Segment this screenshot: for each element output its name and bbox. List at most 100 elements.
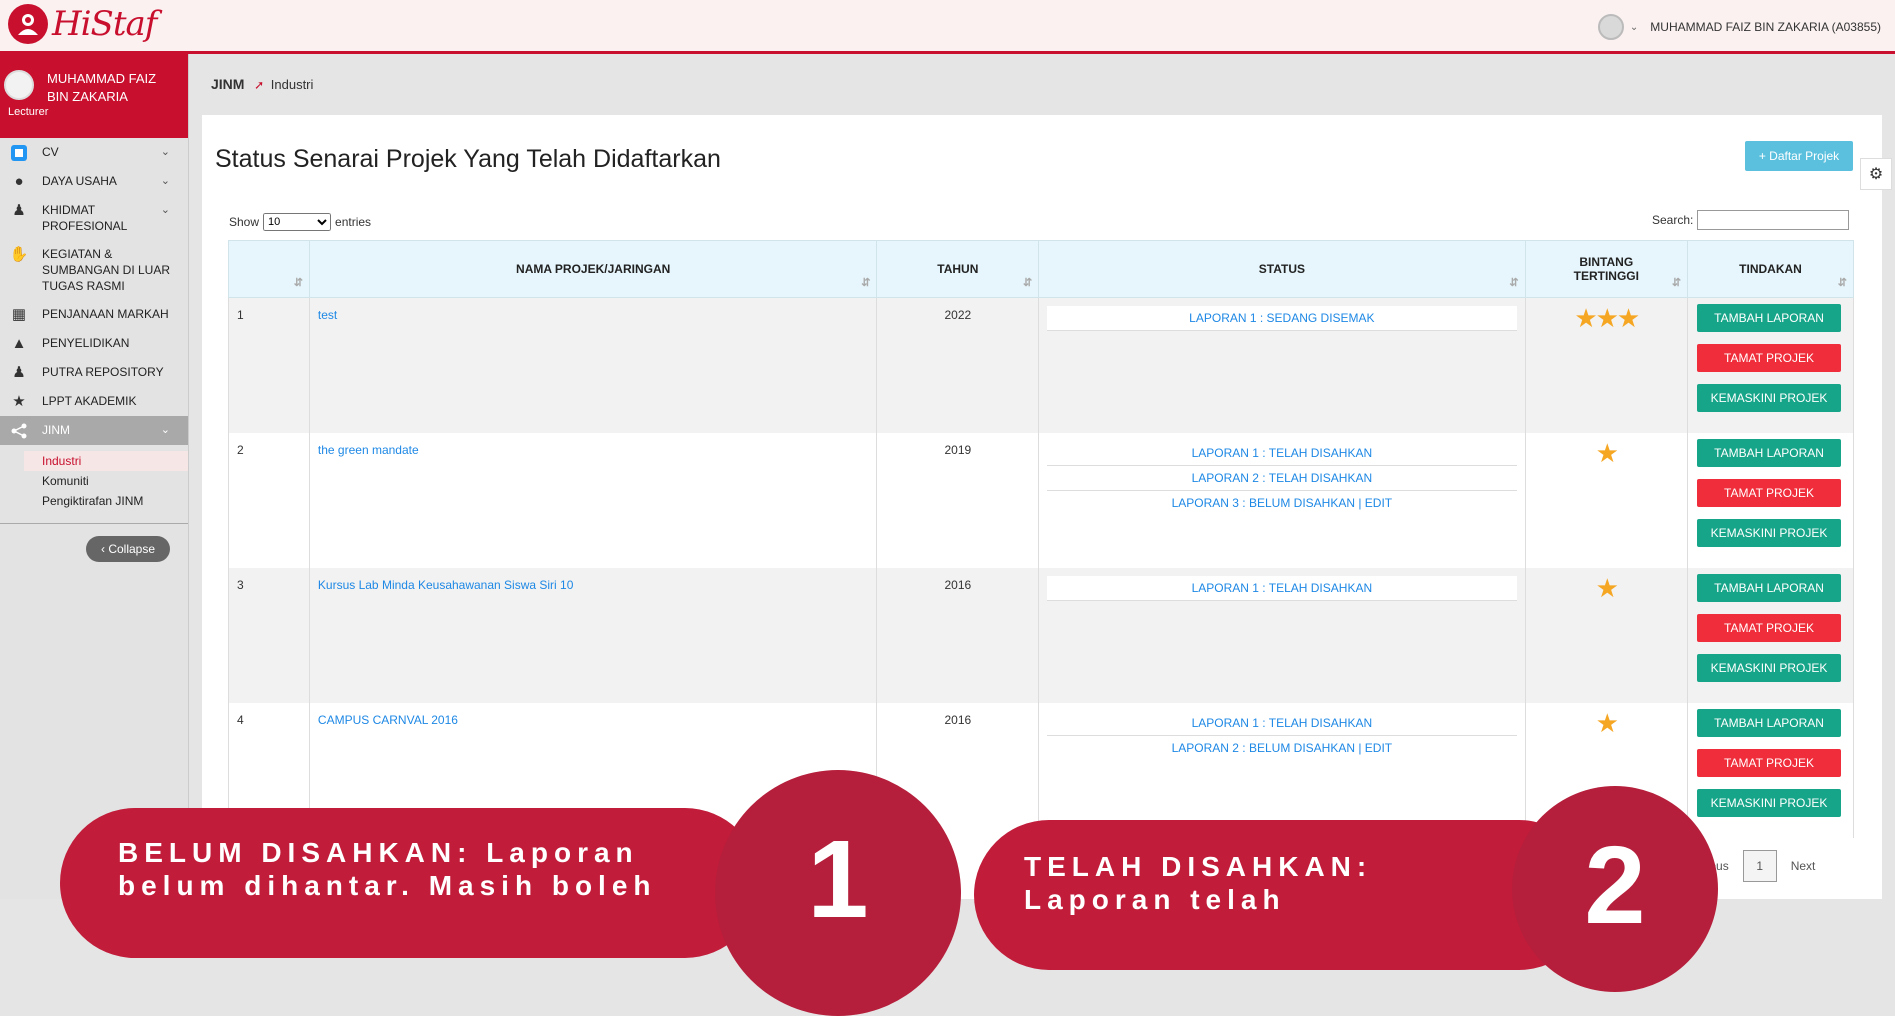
tamat-projek-button[interactable]: TAMAT PROJEK [1697, 749, 1842, 777]
sidebar-item-khidmat-profesional[interactable]: ♟ KHIDMAT PROFESIONAL ⌄ [0, 196, 188, 240]
page-length-select[interactable]: 10 [263, 213, 332, 231]
col-header-name[interactable]: NAMA PROJEK/JARINGAN ⇵ [308, 240, 878, 298]
row-number: 1 [237, 308, 244, 322]
tamat-projek-button[interactable]: TAMAT PROJEK [1697, 479, 1842, 507]
search-input[interactable] [1697, 210, 1850, 230]
col-header-stars[interactable]: BINTANG TERTINGGI ⇵ [1524, 240, 1689, 298]
sort-icon: ⇵ [861, 277, 871, 289]
chevron-down-icon: ⌄ [160, 424, 170, 436]
sort-icon: ⇵ [293, 277, 303, 289]
tambah-laporan-button[interactable]: TAMBAH LAPORAN [1697, 574, 1842, 602]
logo-text: HiStaf [52, 4, 157, 44]
page-title: Status Senarai Projek Yang Telah Didafta… [215, 145, 721, 173]
sort-icon: ⇵ [1837, 277, 1847, 289]
table-row: 3 Kursus Lab Minda Keusahawanan Siswa Si… [228, 568, 1854, 703]
kemaskini-projek-button[interactable]: KEMASKINI PROJEK [1697, 654, 1842, 682]
tambah-laporan-button[interactable]: TAMBAH LAPORAN [1697, 439, 1842, 467]
sidebar-item-penyelidikan[interactable]: ▲ PENYELIDIKAN [0, 329, 188, 358]
project-name-link[interactable]: the green mandate [318, 443, 419, 457]
sidebar-item-jinm[interactable]: JINM ⌄ [0, 416, 188, 445]
status-item[interactable]: LAPORAN 1 : TELAH DISAHKAN [1047, 576, 1517, 601]
chevron-down-icon: ⌄ [1629, 21, 1639, 33]
status-item[interactable]: LAPORAN 1 : TELAH DISAHKAN [1047, 711, 1517, 736]
sidebar-item-penjanaan-markah[interactable]: ▦ PENJANAAN MARKAH [0, 300, 188, 329]
histaf-logo[interactable]: HiStaf [8, 4, 157, 44]
user-avatar [1597, 14, 1624, 40]
logo-mark-icon [8, 4, 48, 44]
sidebar-item-putra-repository[interactable]: ♟ PUTRA REPOSITORY [0, 358, 188, 387]
header-label: STATUS [1258, 262, 1305, 276]
daftar-projek-button[interactable]: + Daftar Projek [1745, 141, 1853, 171]
show-label: Show [229, 215, 260, 229]
page-length-control: Show 10 entries [229, 213, 371, 231]
col-header-actions[interactable]: TINDAKAN ⇵ [1687, 240, 1854, 298]
project-table: ⇵ NAMA PROJEK/JARINGAN ⇵ TAHUN ⇵ STATUS ⇵ B… [228, 240, 1854, 838]
row-number: 4 [237, 713, 244, 727]
calculator-icon: ▦ [11, 306, 27, 323]
page-1-button[interactable]: 1 [1742, 850, 1777, 882]
status-list: LAPORAN 1 : TELAH DISAHKAN LAPORAN 2 : T… [1047, 441, 1517, 515]
search-control: Search: [1652, 210, 1850, 230]
table-row: 1 test 2022 LAPORAN 1 : SEDANG DISEMAK ★… [228, 297, 1854, 433]
project-name-link[interactable]: CAMPUS CARNVAL 2016 [318, 713, 458, 727]
sidebar-item-label: CV [42, 145, 59, 159]
subnav-item-pengiktirafan[interactable]: Pengiktirafan JINM [24, 491, 188, 511]
sidebar-item-daya-usaha[interactable]: ● DAYA USAHA ⌄ [0, 167, 188, 196]
subnav-item-industri[interactable]: Industri [24, 451, 188, 471]
col-header-no[interactable]: ⇵ [228, 240, 310, 298]
status-item[interactable]: LAPORAN 2 : BELUM DISAHKAN | EDIT [1047, 736, 1517, 760]
star-rating-icon: ★ [1595, 573, 1619, 603]
sort-icon: ⇵ [1671, 277, 1682, 289]
status-item[interactable]: LAPORAN 3 : BELUM DISAHKAN | EDIT [1047, 491, 1517, 515]
project-year: 2016 [944, 578, 972, 592]
profile-avatar [4, 70, 34, 100]
hand-icon: ✋ [9, 246, 29, 263]
kemaskini-projek-button[interactable]: KEMASKINI PROJEK [1697, 384, 1842, 412]
col-header-status[interactable]: STATUS ⇵ [1038, 240, 1526, 298]
location-arrow-icon: ➚ [254, 78, 265, 92]
star-rating-icon: ★ [1595, 438, 1619, 468]
breadcrumb-root[interactable]: JINM [211, 76, 244, 92]
header-label: NAMA PROJEK/JARINGAN [516, 262, 671, 276]
header-label: BINTANG TERTINGGI [1573, 255, 1639, 283]
sidebar-item-label: PENYELIDIKAN [42, 336, 130, 350]
flask-icon: ▲ [11, 335, 27, 352]
kemaskini-projek-button[interactable]: KEMASKINI PROJEK [1697, 519, 1842, 547]
subnav-item-komuniti[interactable]: Komuniti [24, 471, 188, 491]
project-year: 2022 [944, 308, 972, 322]
chevron-down-icon: ⌄ [160, 175, 170, 187]
next-button[interactable]: Next [1791, 859, 1816, 873]
sidebar-item-label: KEGIATAN & SUMBANGAN DI LUAR TUGAS RASMI [42, 247, 171, 293]
status-item[interactable]: LAPORAN 1 : TELAH DISAHKAN [1047, 441, 1517, 466]
user-name-label: MUHAMMAD FAIZ BIN ZAKARIA (A03855) [1650, 20, 1881, 34]
tamat-projek-button[interactable]: TAMAT PROJEK [1697, 614, 1842, 642]
sidebar-item-kegiatan[interactable]: ✋ KEGIATAN & SUMBANGAN DI LUAR TUGAS RAS… [0, 240, 188, 300]
share-icon [9, 421, 29, 441]
entries-label: entries [335, 215, 372, 229]
star-rating-icon: ★★★ [1574, 303, 1640, 333]
status-item[interactable]: LAPORAN 1 : SEDANG DISEMAK [1047, 306, 1517, 331]
col-header-year[interactable]: TAHUN ⇵ [876, 240, 1040, 298]
legend-banner-telah: TELAH DISAHKAN: Laporan telah [974, 820, 1594, 970]
tambah-laporan-button[interactable]: TAMBAH LAPORAN [1697, 304, 1842, 332]
project-name-link[interactable]: test [318, 308, 337, 322]
user-menu[interactable]: ⌄ MUHAMMAD FAIZ BIN ZAKARIA (A03855) [1597, 14, 1881, 40]
sidebar-item-cv[interactable]: CV ⌄ [0, 138, 188, 167]
kemaskini-projek-button[interactable]: KEMASKINI PROJEK [1697, 789, 1842, 817]
settings-gear-icon[interactable]: ⚙ [1860, 158, 1892, 190]
sidebar-item-label: KHIDMAT PROFESIONAL [42, 203, 128, 233]
table-row: 2 the green mandate 2019 LAPORAN 1 : TEL… [228, 433, 1854, 568]
sidebar: MUHAMMAD FAIZ BIN ZAKARIA Lecturer CV ⌄ … [0, 54, 189, 899]
collapse-button[interactable]: ‹ Collapse [86, 536, 170, 562]
chevron-left-icon: ‹ [100, 542, 109, 556]
sidebar-item-lppt-akademik[interactable]: ★ LPPT AKADEMIK [0, 387, 188, 416]
status-list: LAPORAN 1 : SEDANG DISEMAK [1047, 306, 1517, 331]
project-name-link[interactable]: Kursus Lab Minda Keusahawanan Siswa Siri… [318, 578, 573, 592]
sidebar-item-label: PENJANAAN MARKAH [42, 307, 169, 321]
legend-number-2: 2 [1512, 786, 1718, 992]
jinm-subnav: Industri Komuniti Pengiktirafan JINM [24, 451, 188, 511]
status-item[interactable]: LAPORAN 2 : TELAH DISAHKAN [1047, 466, 1517, 491]
tambah-laporan-button[interactable]: TAMBAH LAPORAN [1697, 709, 1842, 737]
tamat-projek-button[interactable]: TAMAT PROJEK [1697, 344, 1842, 372]
status-list: LAPORAN 1 : TELAH DISAHKAN [1047, 576, 1517, 601]
